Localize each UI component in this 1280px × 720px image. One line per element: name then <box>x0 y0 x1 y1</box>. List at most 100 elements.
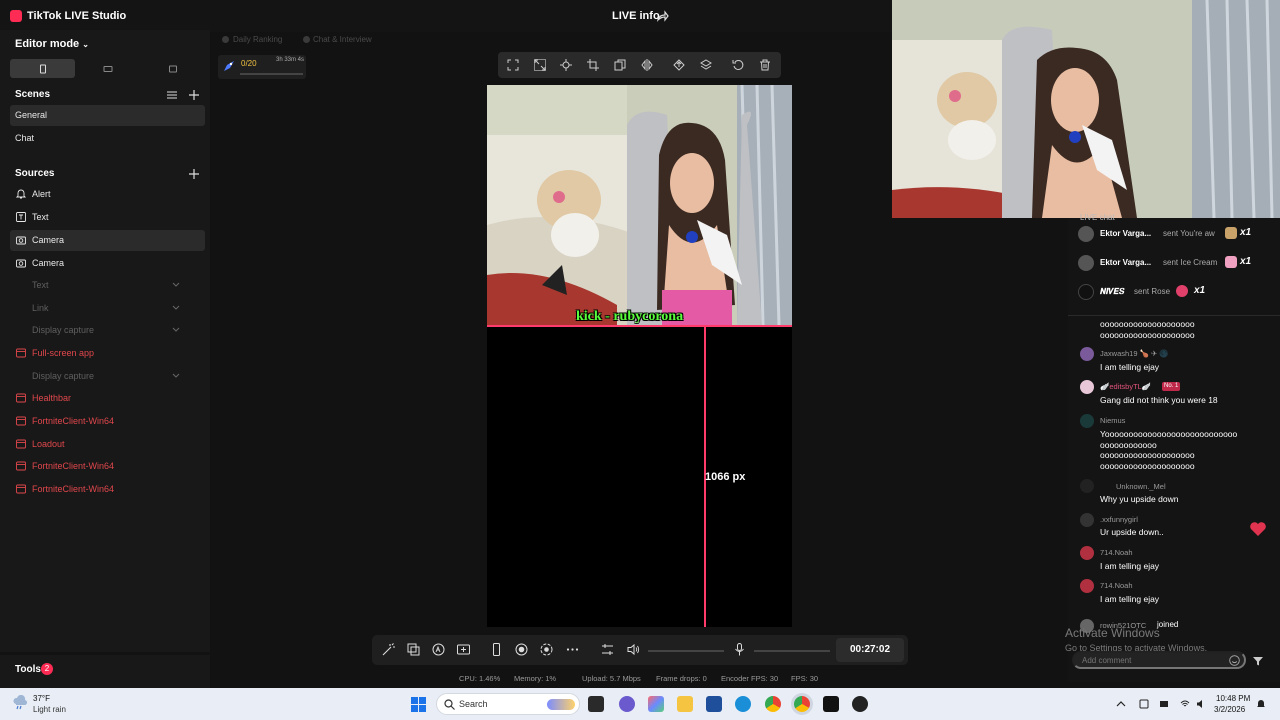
reset-icon[interactable] <box>732 59 744 71</box>
chrome-active-icon[interactable] <box>794 696 810 712</box>
editor-mode-dropdown[interactable]: Editor mode ⌄ <box>15 38 89 50</box>
microphone-icon[interactable] <box>733 643 746 656</box>
share-icon[interactable] <box>657 10 669 22</box>
bell-icon <box>16 189 26 199</box>
chevron-down-icon[interactable] <box>172 303 180 311</box>
crop-icon[interactable] <box>587 59 599 71</box>
landscape-mode-button[interactable] <box>75 59 140 78</box>
gift-count: x1 <box>1240 256 1252 267</box>
tiktok-app-icon[interactable] <box>823 696 839 712</box>
notification-bell-icon[interactable] <box>1256 699 1266 709</box>
dual-mode-button[interactable] <box>140 59 205 78</box>
weather-rain-icon[interactable] <box>12 695 28 711</box>
add-media-icon[interactable] <box>457 643 470 656</box>
text-icon <box>16 212 26 222</box>
filter-icon[interactable] <box>1253 656 1263 666</box>
ranking-card[interactable]: 0/20 3h 33m 4s <box>218 55 306 79</box>
chat-username: Niemus <box>1100 416 1126 425</box>
fit-screen-icon[interactable] <box>507 59 519 71</box>
live-info-button[interactable]: LIVE info <box>612 10 660 22</box>
speaker-icon[interactable] <box>627 643 640 656</box>
tab-daily-ranking[interactable]: Daily Ranking <box>233 35 282 44</box>
tools-label: Tools <box>15 664 41 675</box>
layers-icon[interactable] <box>700 59 712 71</box>
gift-notification[interactable]: Ektor Varga... sent You're aw x1 <box>1078 224 1278 244</box>
gift-sender: 𝑵𝑰𝑽𝑬𝑺 <box>1100 287 1125 296</box>
audio-settings-icon[interactable] <box>601 643 614 656</box>
flip-icon[interactable] <box>641 59 653 71</box>
source-label: FortniteClient-Win64 <box>32 484 115 494</box>
wifi-icon[interactable] <box>1180 699 1190 709</box>
chevron-down-icon[interactable] <box>172 325 180 333</box>
clock-time[interactable]: 10:48 PM <box>1216 694 1250 703</box>
delete-icon[interactable] <box>759 59 771 71</box>
app-window-icon <box>16 439 26 449</box>
tools-count-badge: 2 <box>41 663 53 675</box>
gift-notification[interactable]: Ektor Varga... sent Ice Cream x1 <box>1078 253 1278 273</box>
add-source-icon[interactable] <box>189 169 199 179</box>
chat-message-text: Gang did not think you were 18 <box>1100 395 1218 405</box>
ai-icon[interactable] <box>432 643 445 656</box>
tools-panel[interactable]: Tools 2 <box>0 655 210 688</box>
taskbar-search[interactable]: Search <box>436 693 580 715</box>
chat-username: 🪽editsbyTL🪽 <box>1100 382 1152 391</box>
expand-icon[interactable] <box>534 59 546 71</box>
more-icon[interactable] <box>566 643 579 656</box>
calculator-icon[interactable] <box>706 696 722 712</box>
live-canvas[interactable]: kick - rubycorona 1066 px <box>487 85 792 627</box>
source-item-display-capture-2[interactable]: Display capture <box>10 366 205 387</box>
add-scene-icon[interactable] <box>189 90 199 100</box>
task-view-icon[interactable] <box>588 696 604 712</box>
source-item-healthbar[interactable]: Healthbar <box>10 388 205 409</box>
file-explorer-icon[interactable] <box>677 696 693 712</box>
scene-item-general[interactable]: General <box>10 105 205 126</box>
volume-icon[interactable] <box>1196 699 1206 709</box>
chevron-down-icon[interactable] <box>172 280 180 288</box>
source-item-fortnite-1[interactable]: FortniteClient-Win64 <box>10 411 205 432</box>
source-item-fullscreen-app[interactable]: Full-screen app <box>10 343 205 364</box>
source-item-text[interactable]: Text <box>10 207 205 228</box>
clock-date[interactable]: 3/2/2026 <box>1214 705 1245 714</box>
source-item-camera[interactable]: Camera <box>10 230 205 251</box>
avatar <box>1078 226 1094 242</box>
portrait-mode-button[interactable] <box>10 59 75 78</box>
add-comment-input[interactable] <box>1072 651 1246 669</box>
windows-start-icon[interactable] <box>411 697 426 712</box>
list-icon[interactable] <box>167 90 177 100</box>
record-icon[interactable] <box>515 643 528 656</box>
tab-chat-interview[interactable]: Chat & Interview <box>313 35 372 44</box>
source-item-fortnite-2[interactable]: FortniteClient-Win64 <box>10 456 205 477</box>
store-app-icon[interactable] <box>648 696 664 712</box>
chat-message-text: I am telling ejay <box>1100 561 1160 571</box>
mic-volume-slider[interactable] <box>754 650 830 652</box>
rocket-icon <box>224 61 234 71</box>
portrait-mode-icon[interactable] <box>490 643 503 656</box>
emoji-icon[interactable] <box>1229 655 1240 666</box>
activate-windows-watermark: Activate Windows <box>1065 626 1160 640</box>
app-icon[interactable] <box>852 696 868 712</box>
chat-username: 714.Noah <box>1100 581 1133 590</box>
copilot-app-icon[interactable] <box>619 696 635 712</box>
gift-notification[interactable]: 𝑵𝑰𝑽𝑬𝑺 sent Rose x1 <box>1078 282 1278 302</box>
chevron-down-icon[interactable] <box>172 371 180 379</box>
source-item-camera-2[interactable]: Camera <box>10 253 205 274</box>
effects-icon[interactable] <box>407 643 420 656</box>
source-item-loadout[interactable]: Loadout <box>10 434 205 455</box>
scene-item-chat[interactable]: Chat <box>10 128 205 149</box>
edge-browser-icon[interactable] <box>735 696 751 712</box>
chevron-up-icon[interactable] <box>1116 699 1126 709</box>
source-item-link[interactable]: Link <box>10 298 205 319</box>
duplicate-icon[interactable] <box>614 59 626 71</box>
source-item-alert[interactable]: Alert <box>10 184 205 205</box>
camera-focus-icon[interactable] <box>540 643 553 656</box>
source-item-text-hidden[interactable]: Text <box>10 275 205 296</box>
tray-app-icon[interactable] <box>1159 699 1169 709</box>
chrome-icon[interactable] <box>765 696 781 712</box>
bring-forward-icon[interactable] <box>673 59 685 71</box>
source-item-fortnite-3[interactable]: FortniteClient-Win64 <box>10 479 205 500</box>
center-icon[interactable] <box>560 59 572 71</box>
source-item-display-capture[interactable]: Display capture <box>10 320 205 341</box>
magic-wand-icon[interactable] <box>382 643 395 656</box>
tray-app-icon[interactable] <box>1139 699 1149 709</box>
volume-slider[interactable] <box>648 650 724 652</box>
